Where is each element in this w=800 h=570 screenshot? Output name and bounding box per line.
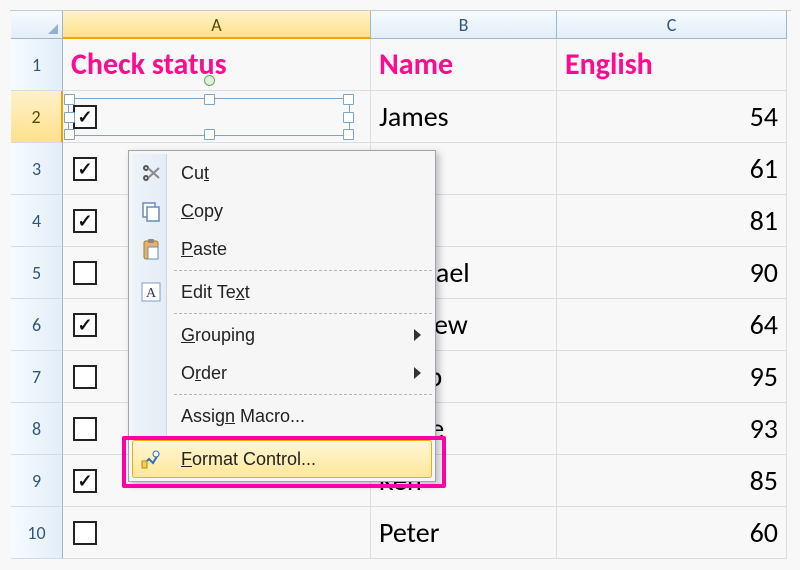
menu-item-label: Format Control... [181,449,316,469]
row-header-8[interactable]: 8 [11,403,63,455]
menu-item-label: Paste [181,239,227,259]
row-header-7[interactable]: 7 [11,351,63,403]
checkbox-row-5[interactable] [73,261,97,285]
cell-a2[interactable]: ✓ [63,91,371,143]
menu-item-format-control[interactable]: Format Control... [132,440,432,478]
row-header-9[interactable]: 9 [11,455,63,507]
menu-item-order[interactable]: Order [132,354,432,392]
row-header-6[interactable]: 6 [11,299,63,351]
cell-c10[interactable]: 60 [557,507,787,559]
menu-item-label: Assign Macro... [181,406,305,426]
row-header-3[interactable]: 3 [11,143,63,195]
scissors-icon [139,161,163,185]
checkbox-row-4[interactable]: ✓ [73,209,97,233]
checkbox-row-8[interactable] [73,417,97,441]
menu-item-paste[interactable]: Paste [132,230,432,268]
cell-c9[interactable]: 85 [557,455,787,507]
cell-c6[interactable]: 64 [557,299,787,351]
spreadsheet-grid: ABC 12345678910 Check statusNameEnglish✓… [10,10,791,11]
checkbox-row-6[interactable]: ✓ [73,313,97,337]
checkbox-row-7[interactable] [73,365,97,389]
menu-item-edit-text[interactable]: A Edit Text [132,273,432,311]
row-header-2[interactable]: 2 [11,91,63,143]
header-c[interactable]: English [557,39,787,91]
row-header-4[interactable]: 4 [11,195,63,247]
cell-c7[interactable]: 95 [557,351,787,403]
cell-a10[interactable] [63,507,371,559]
submenu-arrow-icon [414,367,421,379]
select-all-corner[interactable] [11,11,63,39]
cell-c8[interactable]: 93 [557,403,787,455]
column-header-C[interactable]: C [557,11,787,39]
checkbox-row-9[interactable]: ✓ [73,469,97,493]
svg-text:A: A [146,286,157,301]
copy-icon [139,199,163,223]
row-header-10[interactable]: 10 [11,507,63,559]
checkbox-row-3[interactable]: ✓ [73,157,97,181]
context-menu-separator [174,313,432,314]
format-control-icon [139,447,163,471]
checkbox-row-10[interactable] [73,521,97,545]
menu-item-cut[interactable]: Cut [132,154,432,192]
submenu-arrow-icon [414,329,421,341]
menu-item-grouping[interactable]: Grouping [132,316,432,354]
cell-c5[interactable]: 90 [557,247,787,299]
header-a[interactable]: Check status [63,39,371,91]
menu-item-copy[interactable]: Copy [132,192,432,230]
cell-c3[interactable]: 61 [557,143,787,195]
cell-b10[interactable]: Peter [371,507,557,559]
checkbox-row-2[interactable]: ✓ [73,105,97,129]
context-menu-separator [174,437,432,438]
row-headers: 12345678910 [11,39,63,559]
menu-item-label: Order [181,363,227,383]
column-headers: ABC [63,11,787,39]
menu-item-label: Grouping [181,325,255,345]
row-header-5[interactable]: 5 [11,247,63,299]
header-b[interactable]: Name [371,39,557,91]
context-menu-separator [174,270,432,271]
column-header-A[interactable]: A [63,11,371,39]
row-header-1[interactable]: 1 [11,39,63,91]
column-header-B[interactable]: B [371,11,557,39]
context-menu-separator [174,394,432,395]
menu-item-label: Copy [181,201,223,221]
cell-b2[interactable]: James [371,91,557,143]
context-menu: Cut Copy Paste A Edit Text Grouping Order Assig… [128,150,436,482]
cell-c4[interactable]: 81 [557,195,787,247]
menu-item-label: Edit Text [181,282,250,302]
edit-text-icon: A [139,280,163,304]
menu-item-label: Cut [181,163,209,183]
cell-c2[interactable]: 54 [557,91,787,143]
paste-icon [139,237,163,261]
menu-item-assign-macro[interactable]: Assign Macro... [132,397,432,435]
